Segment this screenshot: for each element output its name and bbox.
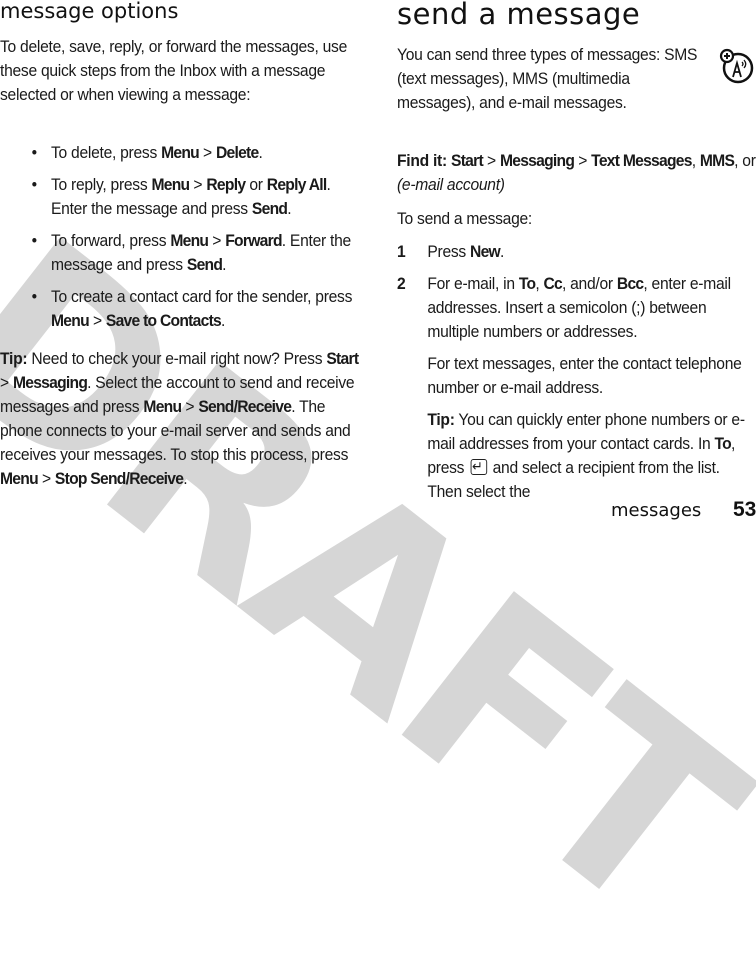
message-options-intro: To delete, save, reply, or forward the m… xyxy=(0,37,347,104)
bullet-icon: • xyxy=(31,143,37,162)
list-item: • To delete, press Menu > Delete. xyxy=(28,141,359,165)
tip-label: Tip: xyxy=(427,410,455,429)
footer-section-name: messages xyxy=(611,500,702,521)
section-title-message-options: message options xyxy=(0,0,179,23)
enter-key-icon xyxy=(470,455,487,479)
bullet-icon: • xyxy=(31,175,37,194)
key-menu: Menu xyxy=(51,311,90,330)
find-it-path: Find it: Start > Messaging > Text Messag… xyxy=(397,151,756,194)
list-item: • To reply, press Menu > Reply or Reply … xyxy=(31,175,331,218)
list-item: • To create a contact card for the sende… xyxy=(31,287,353,330)
step-2-text-messages: For text messages, enter the contact tel… xyxy=(427,354,742,397)
step-2-tip: Tip: You can quickly enter phone numbers… xyxy=(427,408,755,504)
list-item: • To forward, press Menu > Forward. Ente… xyxy=(31,231,352,274)
find-it-label: Find it: xyxy=(397,151,447,170)
key-delete: Delete xyxy=(215,143,259,162)
send-message-intro: You can send three types of messages: SM… xyxy=(397,45,698,112)
tip-label: Tip: xyxy=(0,349,28,368)
key-menu: Menu xyxy=(161,143,200,162)
step-number: 2 xyxy=(397,274,406,293)
key-send: Send xyxy=(186,255,223,274)
section-title-send-a-message: send a message xyxy=(397,0,641,31)
page-number: 53 xyxy=(733,498,756,521)
options-list: • To delete, press Menu > Delete. • To r… xyxy=(28,141,359,333)
to-send-label: To send a message: xyxy=(397,209,533,228)
key-save-to-contacts: Save to Contacts xyxy=(105,311,222,330)
steps-list: 1 Press New. 2 For e-mail, in To, Cc, an… xyxy=(397,240,756,512)
key-reply-all: Reply All xyxy=(266,175,327,194)
key-forward: Forward xyxy=(225,231,282,250)
bullet-icon: • xyxy=(31,231,37,250)
tip-send-receive: Tip: Need to check your e-mail right now… xyxy=(0,349,359,488)
messaging-shortcut-icon xyxy=(719,48,754,84)
key-menu: Menu xyxy=(170,231,209,250)
step-2: 2 For e-mail, in To, Cc, and/or Bcc, ent… xyxy=(397,272,756,504)
key-reply: Reply xyxy=(206,175,246,194)
bullet-icon: • xyxy=(31,287,37,306)
step-1: 1 Press New. xyxy=(397,240,756,264)
key-send: Send xyxy=(251,199,288,218)
step-number: 1 xyxy=(397,242,406,261)
key-menu: Menu xyxy=(151,175,190,194)
key-new: New xyxy=(470,242,501,261)
